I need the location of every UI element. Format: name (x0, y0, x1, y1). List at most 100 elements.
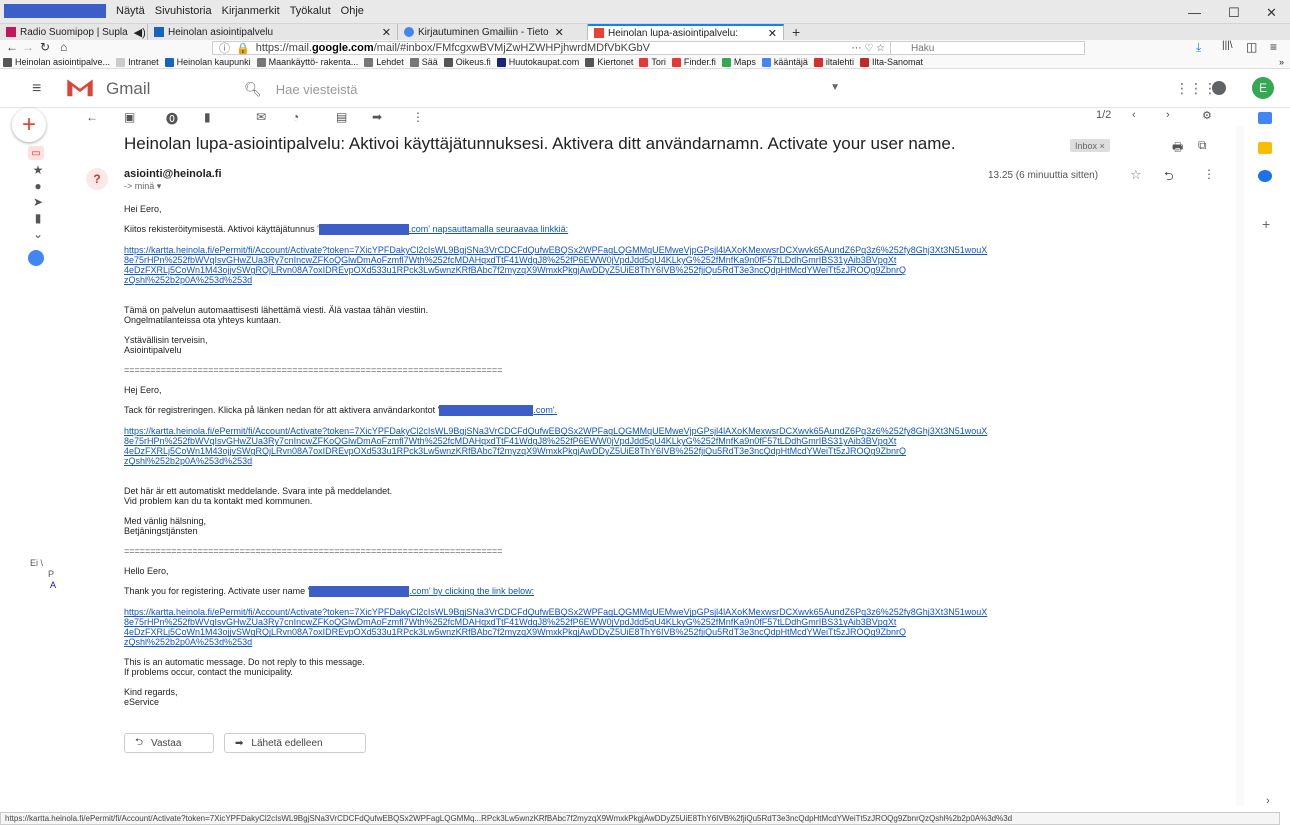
bookmark-item[interactable]: Heinolan asiointipalve... (3, 57, 110, 67)
search-options-icon[interactable]: ▼ (830, 82, 840, 93)
auto-note-en: This is an automatic message. Do not rep… (124, 657, 365, 668)
calendar-icon[interactable] (1258, 112, 1272, 124)
close-tab-icon[interactable]: ✕ (382, 26, 391, 39)
library-icon[interactable]: |||\ (1222, 40, 1233, 51)
auto-note-fi: Tämä on palvelun automaattisesti lähettä… (124, 305, 429, 316)
new-tab-icon[interactable]: + (792, 24, 800, 40)
more-options-icon[interactable]: ⋮ (1203, 167, 1215, 181)
cut-text-2: P (48, 569, 55, 579)
tab-gmail-login[interactable]: Kirjautuminen Gmailiin - Tieto ✕ (398, 24, 588, 40)
starred-icon[interactable]: ★ (32, 163, 44, 177)
bookmark-item[interactable]: Huutokaupat.com (496, 57, 579, 67)
browser-search-input[interactable]: Haku (890, 41, 1085, 55)
delete-icon[interactable]: ▮ (204, 110, 211, 124)
close-window-icon[interactable]: ✕ (1266, 5, 1277, 21)
activation-link-sv[interactable]: https://kartta.heinola.fi/ePermit/fi/Acc… (124, 426, 1219, 466)
sender-email[interactable]: asiointi@heinola.fi (124, 168, 222, 180)
older-icon[interactable]: › (1166, 109, 1170, 121)
close-tab-icon[interactable]: ✕ (555, 26, 564, 39)
cut-text-3[interactable]: A (30, 580, 56, 591)
minimize-icon[interactable]: — (1188, 5, 1201, 20)
mail-search-input[interactable]: 🔍︎ Hae viesteistä ▼ (236, 76, 850, 102)
back-to-inbox-icon[interactable]: ← (86, 110, 98, 124)
page-actions-icon[interactable]: ⋯ ♡ ☆ (852, 43, 886, 54)
search-icon[interactable]: 🔍︎ (244, 81, 262, 98)
bookmark-item[interactable]: Finder.fi (671, 57, 716, 67)
snoozed-icon[interactable]: ● (32, 179, 44, 193)
tab-heinolan-lupa-active[interactable]: Heinolan lupa-asiointipalvelu: ✕ (588, 23, 784, 41)
bookmark-item[interactable]: Maankäyttö- rakenta... (256, 57, 358, 67)
snooze-icon[interactable]: ◔ (292, 110, 299, 124)
reply-icon[interactable]: ⮌ (1164, 167, 1174, 188)
menu-view[interactable]: Näytä (116, 5, 145, 17)
maximize-icon[interactable]: ☐ (1228, 5, 1240, 21)
menu-history[interactable]: Sivuhistoria (155, 5, 212, 17)
greeting-fi: Hei Eero, (124, 204, 162, 214)
gmail-logo-icon[interactable] (62, 76, 98, 98)
tab-radio-suomipop[interactable]: Radio Suomipop | Supla ◀) ✕ (0, 24, 148, 40)
main-menu-icon[interactable]: ≡ (32, 80, 41, 98)
bookmark-item[interactable]: kääntäjä (761, 57, 808, 67)
newer-icon[interactable]: ‹ (1132, 109, 1136, 121)
downloads-icon[interactable]: ⤓ (1196, 40, 1201, 55)
menu-tools[interactable]: Työkalut (290, 5, 331, 17)
menu-icon[interactable]: ≡ (1270, 40, 1277, 54)
speaker-icon[interactable]: ◀) (134, 26, 146, 39)
bookmark-item[interactable]: Tori (639, 57, 666, 67)
account-avatar[interactable]: E (1252, 77, 1274, 99)
open-new-window-icon[interactable]: ⧉ (1198, 138, 1207, 153)
more-bookmarks-icon[interactable]: » (1279, 57, 1284, 67)
inbox-icon[interactable]: ▭ (28, 146, 44, 160)
notifications-icon[interactable] (1212, 81, 1226, 95)
archive-icon[interactable]: ▣ (124, 110, 135, 124)
intro-fi: Kiitos rekisteröitymisestä. Aktivoi käyt… (124, 224, 569, 236)
tasks-icon[interactable] (1258, 170, 1272, 182)
apps-grid-icon[interactable]: ⋮⋮⋮ (1175, 80, 1217, 97)
info-icon[interactable]: ⓘ (219, 40, 230, 56)
activation-link-fi[interactable]: https://kartta.heinola.fi/ePermit/fi/Acc… (124, 245, 1219, 285)
move-to-icon[interactable]: ▤ (336, 110, 347, 124)
menu-bookmarks[interactable]: Kirjanmerkit (222, 5, 280, 17)
gmail-brand[interactable]: Gmail (106, 79, 150, 99)
labels-icon[interactable]: ➡ (372, 110, 382, 124)
bookmark-item[interactable]: Sää (409, 57, 438, 67)
inbox-label-chip[interactable]: Inbox × (1070, 139, 1110, 152)
menu-help[interactable]: Ohje (341, 5, 364, 17)
close-tab-icon[interactable]: ✕ (768, 27, 777, 40)
settings-gear-icon[interactable]: ⚙ (1202, 109, 1212, 122)
show-side-panel-icon[interactable]: › (1266, 795, 1270, 807)
drafts-icon[interactable]: ▮ (32, 211, 44, 225)
more-labels-icon[interactable]: ⌄ (32, 227, 44, 241)
bookmark-item[interactable]: Heinolan kaupunki (164, 57, 251, 67)
sidebar-icon[interactable]: ◫ (1246, 40, 1257, 54)
report-spam-icon[interactable]: ⓿ (166, 110, 178, 127)
reply-button[interactable]: ⮌ Vastaa (124, 733, 214, 753)
home-icon[interactable]: ⌂ (60, 40, 67, 54)
bookmark-favicon-icon (585, 57, 595, 67)
mark-unread-icon[interactable]: ✉ (256, 110, 266, 124)
bookmark-item[interactable]: Ilta-Sanomat (859, 57, 923, 67)
bookmark-item[interactable]: iltalehti (813, 57, 854, 67)
reload-icon[interactable]: ↻ (40, 40, 50, 54)
more-actions-icon[interactable]: ⋮ (412, 110, 424, 124)
get-addons-icon[interactable]: + (1262, 216, 1270, 232)
forward-icon[interactable]: → (22, 40, 34, 54)
bookmark-item[interactable]: Intranet (116, 57, 159, 67)
print-icon[interactable]: 🖶 (1172, 138, 1183, 159)
compose-button[interactable]: + (12, 108, 46, 142)
url-bar[interactable]: ⓘ 🔒 https://mail. google.com/mail/#inbox/… (212, 41, 892, 55)
star-icon[interactable]: ☆ (1130, 167, 1142, 183)
bookmark-item[interactable]: Maps (721, 57, 756, 67)
recipient-details[interactable]: -> minä ▾ (124, 181, 161, 192)
sent-icon[interactable]: ➤ (32, 195, 44, 209)
forward-button[interactable]: ➡ Lähetä edelleen (224, 733, 366, 753)
bookmark-item[interactable]: Lehdet (364, 57, 404, 67)
hangouts-avatar-icon[interactable] (28, 250, 44, 266)
tab-heinolan-asiointipalvelu[interactable]: Heinolan asiointipalvelu ✕ (148, 24, 398, 40)
back-icon[interactable]: ← (6, 40, 18, 54)
keep-icon[interactable] (1258, 142, 1272, 154)
bookmark-item[interactable]: Oikeus.fi (443, 57, 491, 67)
bookmark-item[interactable]: Kiertonet (585, 57, 633, 67)
activation-link-en[interactable]: https://kartta.heinola.fi/ePermit/fi/Acc… (124, 607, 1219, 647)
message-scrollbar[interactable] (1236, 126, 1244, 806)
